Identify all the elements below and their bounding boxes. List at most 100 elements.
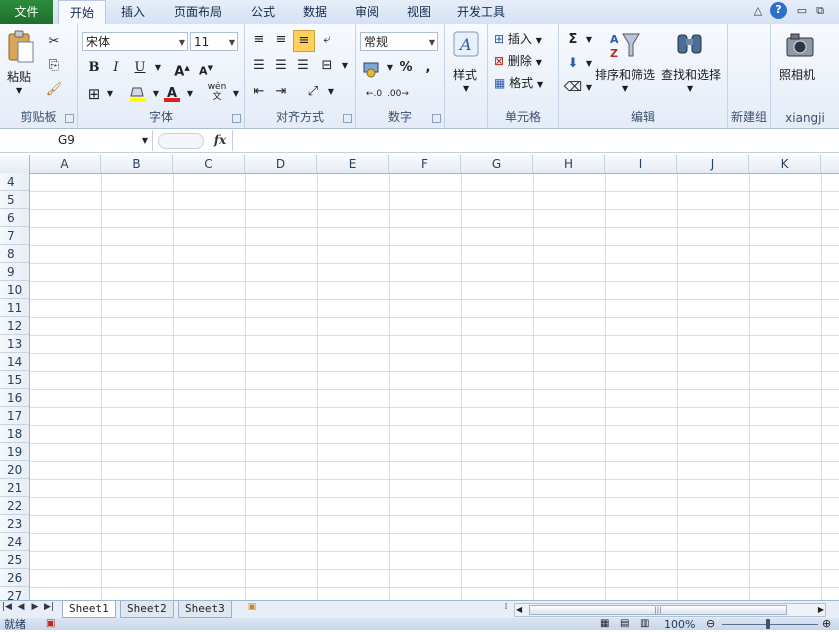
clipboard-launcher-icon[interactable] xyxy=(65,114,74,123)
row-header[interactable]: 9 xyxy=(0,263,29,281)
tab-view[interactable]: 视图 xyxy=(396,0,442,24)
row-header[interactable]: 25 xyxy=(0,551,29,569)
font-launcher-icon[interactable] xyxy=(232,114,241,123)
alignment-launcher-icon[interactable] xyxy=(343,114,352,123)
select-all-corner[interactable] xyxy=(0,155,30,173)
tab-review[interactable]: 审阅 xyxy=(344,0,390,24)
chevron-down-icon[interactable]: ▼ xyxy=(148,58,168,78)
column-header-j[interactable]: J xyxy=(677,155,749,173)
sheet-tab-sheet3[interactable]: Sheet3 xyxy=(178,601,232,618)
tab-data[interactable]: 数据 xyxy=(292,0,338,24)
column-header-d[interactable]: D xyxy=(245,155,317,173)
row-header[interactable]: 23 xyxy=(0,515,29,533)
horizontal-scroll-thumb[interactable]: ||| xyxy=(529,605,787,615)
styles-button[interactable]: A 样式 ▼ xyxy=(449,28,483,102)
column-header-f[interactable]: F xyxy=(389,155,461,173)
increase-indent-icon[interactable]: ⇥ xyxy=(271,82,291,102)
align-right-icon[interactable]: ☰ xyxy=(293,56,313,76)
delete-cells-button[interactable]: ⊠ 删除 ▼ xyxy=(494,52,542,69)
insert-cells-button[interactable]: ⊞ 插入 ▼ xyxy=(494,30,542,47)
page-break-view-icon[interactable]: ▥ xyxy=(640,618,649,629)
font-name-combo[interactable]: 宋体 ▼ xyxy=(82,32,188,51)
row-header[interactable]: 26 xyxy=(0,569,29,587)
cut-icon[interactable]: ✂ xyxy=(44,32,64,52)
column-header-g[interactable]: G xyxy=(461,155,533,173)
underline-button[interactable]: U xyxy=(130,58,150,78)
formula-input[interactable] xyxy=(234,130,834,151)
column-header-e[interactable]: E xyxy=(317,155,389,173)
row-header[interactable]: 22 xyxy=(0,497,29,515)
tab-file[interactable]: 文件 xyxy=(0,0,53,24)
column-header-k[interactable]: K xyxy=(749,155,821,173)
tab-formulas[interactable]: 公式 xyxy=(240,0,286,24)
row-header[interactable]: 15 xyxy=(0,371,29,389)
row-header[interactable]: 8 xyxy=(0,245,29,263)
chevron-down-icon[interactable]: ▼ xyxy=(100,84,120,104)
zoom-slider[interactable] xyxy=(722,624,818,625)
horizontal-scrollbar[interactable]: ◀ ||| ▶ xyxy=(514,603,826,617)
ribbon-minimize-icon[interactable]: △ xyxy=(750,3,766,19)
formula-bar-splitter[interactable] xyxy=(158,133,204,149)
align-top-icon[interactable]: ≡ xyxy=(249,30,269,50)
row-header[interactable]: 11 xyxy=(0,299,29,317)
row-header[interactable]: 17 xyxy=(0,407,29,425)
align-middle-icon[interactable]: ≡ xyxy=(271,30,291,50)
column-header-a[interactable]: A xyxy=(29,155,101,173)
decrease-indent-icon[interactable]: ⇤ xyxy=(249,82,269,102)
row-header[interactable]: 6 xyxy=(0,209,29,227)
font-size-combo[interactable]: 11 ▼ xyxy=(190,32,238,51)
prev-sheet-icon[interactable]: ◀ xyxy=(16,602,26,612)
copy-icon[interactable]: ⎘ xyxy=(44,56,64,76)
sort-filter-button[interactable]: A Z 排序和筛选 ▼ xyxy=(595,28,657,102)
row-header[interactable]: 7 xyxy=(0,227,29,245)
column-header-h[interactable]: H xyxy=(533,155,605,173)
row-header[interactable]: 5 xyxy=(0,191,29,209)
column-header-i[interactable]: I xyxy=(605,155,677,173)
row-header[interactable]: 14 xyxy=(0,353,29,371)
last-sheet-icon[interactable]: ▶| xyxy=(44,602,54,612)
scroll-left-icon[interactable]: ◀ xyxy=(516,604,522,616)
percent-button[interactable]: % xyxy=(396,58,416,78)
format-painter-icon[interactable]: 🖌 xyxy=(44,80,64,100)
sheet-tab-sheet1[interactable]: Sheet1 xyxy=(62,601,116,618)
increase-decimal-icon[interactable]: ←.0 xyxy=(362,84,386,104)
first-sheet-icon[interactable]: |◀ xyxy=(2,602,12,612)
help-icon[interactable]: ? xyxy=(770,2,787,19)
row-header[interactable]: 16 xyxy=(0,389,29,407)
wrap-text-icon[interactable]: ⤶ xyxy=(317,30,337,50)
scroll-right-icon[interactable]: ▶ xyxy=(818,604,824,616)
row-header[interactable]: 18 xyxy=(0,425,29,443)
orientation-icon[interactable]: ⤢ xyxy=(303,82,323,102)
format-cells-button[interactable]: ▦ 格式 ▼ xyxy=(494,74,543,91)
find-select-button[interactable]: 查找和选择 ▼ xyxy=(659,28,723,102)
align-bottom-icon[interactable]: ≡ xyxy=(293,30,315,52)
align-left-icon[interactable]: ☰ xyxy=(249,56,269,76)
row-header[interactable]: 12 xyxy=(0,317,29,335)
macro-record-icon[interactable]: ▣ xyxy=(46,618,55,629)
chevron-down-icon[interactable]: ▼ xyxy=(226,84,246,104)
row-header[interactable]: 10 xyxy=(0,281,29,299)
zoom-slider-thumb[interactable] xyxy=(766,619,770,629)
chevron-down-icon[interactable]: ▼ xyxy=(335,56,355,76)
tab-developer[interactable]: 开发工具 xyxy=(448,0,514,24)
normal-view-icon[interactable]: ▦ xyxy=(600,618,609,629)
tab-insert[interactable]: 插入 xyxy=(110,0,156,24)
zoom-out-icon[interactable]: ⊖ xyxy=(706,617,715,630)
italic-button[interactable]: I xyxy=(106,58,126,78)
row-header[interactable]: 27 xyxy=(0,587,29,600)
worksheet-grid[interactable]: A B C D E F G H I J K 4 5 6 7 8 9 10 11 … xyxy=(0,155,839,600)
number-launcher-icon[interactable] xyxy=(432,114,441,123)
merge-center-icon[interactable]: ⊟ xyxy=(317,56,337,76)
fill-color-icon[interactable] xyxy=(128,84,148,104)
next-sheet-icon[interactable]: ▶ xyxy=(30,602,40,612)
tab-page-layout[interactable]: 页面布局 xyxy=(162,0,234,24)
row-header[interactable]: 21 xyxy=(0,479,29,497)
page-layout-view-icon[interactable]: ▤ xyxy=(620,618,629,629)
row-header[interactable]: 24 xyxy=(0,533,29,551)
bold-button[interactable]: B xyxy=(84,58,104,78)
name-box[interactable]: G9 ▼ xyxy=(0,130,153,151)
grow-font-icon[interactable]: A▲ xyxy=(172,58,192,79)
zoom-in-icon[interactable]: ⊕ xyxy=(822,617,831,630)
row-header[interactable]: 13 xyxy=(0,335,29,353)
decrease-decimal-icon[interactable]: .00→ xyxy=(386,84,410,104)
